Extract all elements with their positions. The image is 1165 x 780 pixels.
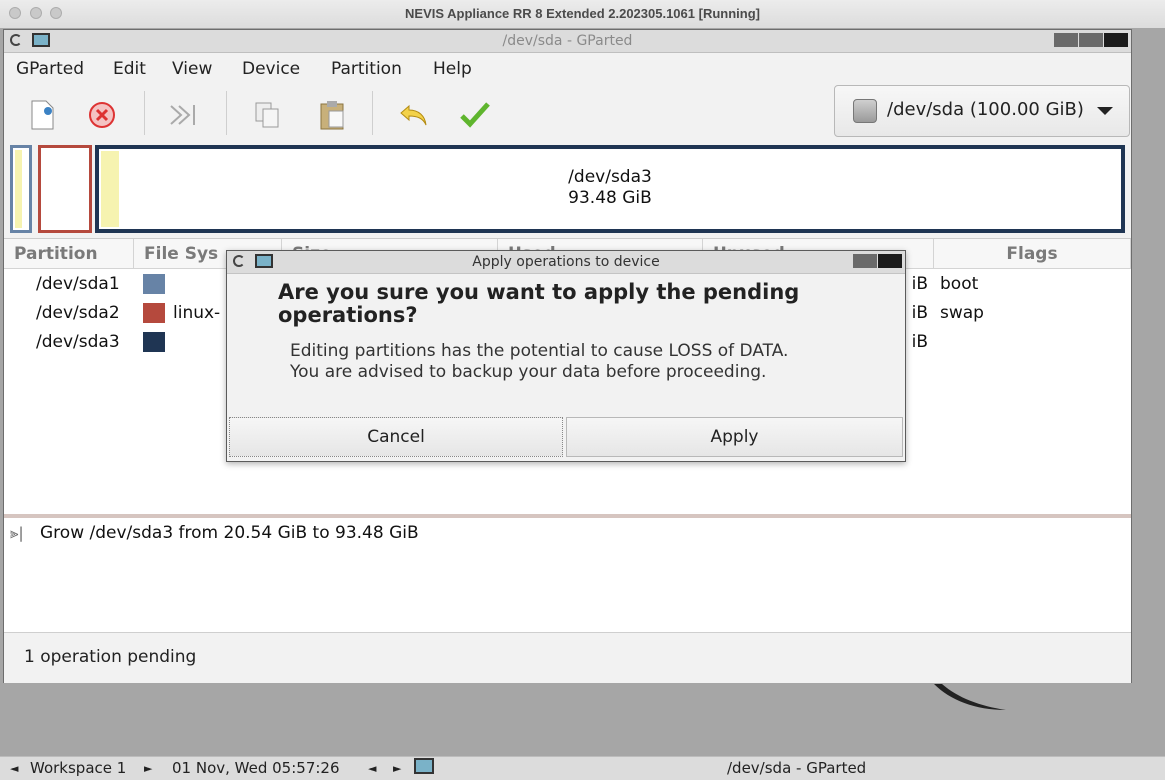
flags-value: swap — [940, 303, 984, 323]
dialog-button-row: Cancel Apply — [229, 417, 903, 459]
gparted-titlebar[interactable]: /dev/sda - GParted — [4, 30, 1131, 53]
dialog-message-line: You are advised to backup your data befo… — [290, 362, 767, 382]
statusbar: 1 operation pending — [4, 632, 1131, 683]
dialog-message-line: Editing partitions has the potential to … — [290, 341, 789, 361]
menu-edit[interactable]: Edit — [113, 59, 146, 79]
toolbar-separator — [144, 91, 145, 135]
menubar: GParted Edit View Device Partition Help — [4, 53, 1131, 85]
pending-operations-pane: ⫸| Grow /dev/sda3 from 20.54 GiB to 93.48… — [4, 518, 1131, 632]
window-next-icon[interactable]: ► — [393, 762, 401, 775]
new-partition-button[interactable] — [22, 95, 62, 135]
gparted-window-title: /dev/sda - GParted — [502, 33, 633, 49]
maximize-button[interactable] — [1079, 33, 1103, 47]
window-buttons[interactable] — [1053, 33, 1128, 51]
taskbar: ◄ Workspace 1 ► 01 Nov, Wed 05:57:26 ◄ ►… — [0, 756, 1165, 780]
apply-icon — [460, 102, 490, 128]
operation-text: Grow /dev/sda3 from 20.54 GiB to 93.48 G… — [40, 523, 419, 543]
filesystem-color-swatch — [143, 332, 165, 352]
menu-gparted[interactable]: GParted — [16, 59, 84, 79]
chevron-down-icon — [1097, 107, 1113, 115]
workspace-label[interactable]: Workspace 1 — [30, 759, 126, 777]
partition-block-sda3[interactable]: /dev/sda3 93.48 GiB — [95, 145, 1125, 233]
apply-confirm-button[interactable]: Apply — [566, 417, 903, 457]
undo-button[interactable] — [394, 95, 434, 135]
disk-icon — [853, 99, 877, 123]
column-header-partition[interactable]: Partition — [4, 239, 134, 269]
toolbar-separator — [372, 91, 373, 135]
filesystem-label: linux- — [173, 303, 221, 323]
device-selector[interactable]: /dev/sda (100.00 GiB) — [834, 85, 1130, 137]
dialog-message: Editing partitions has the potential to … — [290, 341, 788, 383]
filesystem-color-swatch — [143, 303, 165, 323]
undo-icon — [400, 104, 427, 126]
partition-block-name: /dev/sda3 — [568, 167, 652, 187]
close-button[interactable] — [878, 254, 902, 268]
menu-view[interactable]: View — [172, 59, 212, 79]
copy-icon — [255, 102, 279, 128]
partition-block-sda2[interactable] — [38, 145, 92, 233]
paste-icon — [320, 101, 344, 130]
device-selector-label: /dev/sda (100.00 GiB) — [887, 99, 1084, 120]
host-window-titlebar: NEVIS Appliance RR 8 Extended 2.202305.1… — [0, 0, 1165, 29]
close-button[interactable] — [1104, 33, 1128, 47]
copy-button[interactable] — [247, 95, 287, 135]
window-buttons[interactable] — [852, 254, 902, 272]
resize-move-button[interactable] — [164, 95, 204, 135]
menu-device[interactable]: Device — [242, 59, 300, 79]
desktop-wallpaper-swoosh — [934, 684, 1006, 710]
host-window-title: NEVIS Appliance RR 8 Extended 2.202305.1… — [405, 6, 760, 21]
partition-name: /dev/sda2 — [36, 303, 120, 323]
partition-name: /dev/sda3 — [36, 332, 120, 352]
delete-partition-button[interactable] — [82, 95, 122, 135]
paste-button[interactable] — [312, 95, 352, 135]
filesystem-color-swatch — [143, 274, 165, 294]
operation-item[interactable]: ⫸| Grow /dev/sda3 from 20.54 GiB to 93.48… — [10, 523, 419, 543]
minimize-button[interactable] — [853, 254, 877, 268]
delete-icon — [89, 102, 115, 128]
status-text: 1 operation pending — [24, 647, 197, 667]
taskbar-window-title[interactable]: /dev/sda - GParted — [727, 759, 866, 777]
dialog-title: Apply operations to device — [472, 254, 660, 270]
flags-value: boot — [940, 274, 979, 294]
partition-block-sda1[interactable] — [10, 145, 32, 233]
workspace-next-icon[interactable]: ► — [144, 762, 152, 775]
disk-visualization: /dev/sda3 93.48 GiB — [10, 145, 1125, 233]
resize-move-icon: ⫸| — [10, 524, 24, 542]
column-header-flags[interactable]: Flags — [934, 239, 1131, 269]
menu-help[interactable]: Help — [433, 59, 472, 79]
app-icon[interactable] — [414, 758, 434, 774]
toolbar-separator — [226, 91, 227, 135]
new-icon — [31, 100, 54, 130]
resize-move-icon — [170, 105, 195, 125]
window-prev-icon[interactable]: ◄ — [368, 762, 376, 775]
workspace-prev-icon[interactable]: ◄ — [10, 762, 18, 775]
toolbar: /dev/sda (100.00 GiB) — [4, 85, 1131, 145]
minimize-button[interactable] — [1054, 33, 1078, 47]
menu-partition[interactable]: Partition — [331, 59, 402, 79]
apply-operations-dialog: Apply operations to device Are you sure … — [226, 250, 906, 462]
dialog-heading: Are you sure you want to apply the pendi… — [278, 280, 800, 327]
partition-block-size: 93.48 GiB — [568, 188, 652, 208]
clock: 01 Nov, Wed 05:57:26 — [172, 759, 340, 777]
partition-name: /dev/sda1 — [36, 274, 120, 294]
apply-button[interactable] — [455, 95, 495, 135]
cancel-button[interactable]: Cancel — [229, 417, 563, 457]
dialog-titlebar[interactable]: Apply operations to device — [227, 251, 905, 274]
